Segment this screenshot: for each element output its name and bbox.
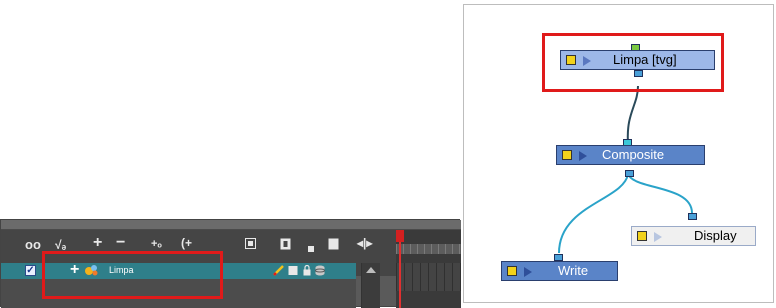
remove-layer-icon[interactable]: − (116, 235, 125, 251)
composite-node[interactable]: Composite (556, 145, 705, 165)
display-input-port[interactable] (688, 213, 697, 220)
write-input-port[interactable] (554, 254, 563, 261)
layer-view-icon[interactable] (245, 238, 256, 252)
lock-icon[interactable] (308, 241, 314, 255)
layer-row-controls (241, 263, 356, 279)
expand-triangle-icon[interactable] (654, 232, 662, 242)
layer-color-icon[interactable] (328, 238, 339, 253)
expand-triangle-icon[interactable] (524, 267, 532, 277)
composite-output-port[interactable] (625, 170, 634, 177)
enable-square-icon[interactable] (507, 266, 517, 276)
composite-node-label: Composite (602, 147, 665, 162)
expand-triangle-icon[interactable] (579, 151, 587, 161)
playhead-line (399, 242, 401, 308)
onion-skin-frames-icon[interactable]: √ₔ (55, 238, 66, 252)
layer-visibility-square-icon[interactable] (288, 265, 298, 276)
scroll-up-arrow-icon[interactable] (366, 267, 376, 273)
layer-lock-icon[interactable] (303, 265, 311, 276)
display-node-label: Display (694, 228, 737, 243)
node-highlight-box (542, 33, 724, 92)
frame-area[interactable] (396, 230, 461, 308)
onion-skin-icon[interactable]: oo (25, 238, 41, 252)
layer-highlight-box (42, 251, 223, 299)
write-node-label: Write (558, 263, 589, 278)
add-layer-icon[interactable]: + (93, 235, 102, 251)
layer-enable-checkbox[interactable]: ✓ (25, 265, 36, 276)
timeline-title-bar (1, 220, 461, 230)
write-node[interactable]: Write (501, 261, 618, 281)
frame-cells[interactable] (396, 263, 461, 291)
display-node[interactable]: Display (631, 226, 756, 246)
frame-ruler[interactable] (396, 244, 461, 254)
timeline-scrollbar[interactable] (361, 263, 380, 308)
enable-square-icon[interactable] (562, 150, 572, 160)
add-drawing-layer-icon[interactable]: (+ (181, 236, 192, 250)
pencil-icon[interactable] (273, 265, 285, 276)
expand-collapse-icon[interactable]: ◂|▸ (357, 236, 372, 250)
add-peg-icon[interactable]: +ₒ (151, 237, 162, 251)
show-hide-icon[interactable] (280, 238, 291, 253)
layer-database-icon[interactable] (315, 265, 325, 276)
enable-square-icon[interactable] (637, 231, 647, 241)
playhead-marker[interactable] (396, 230, 404, 242)
